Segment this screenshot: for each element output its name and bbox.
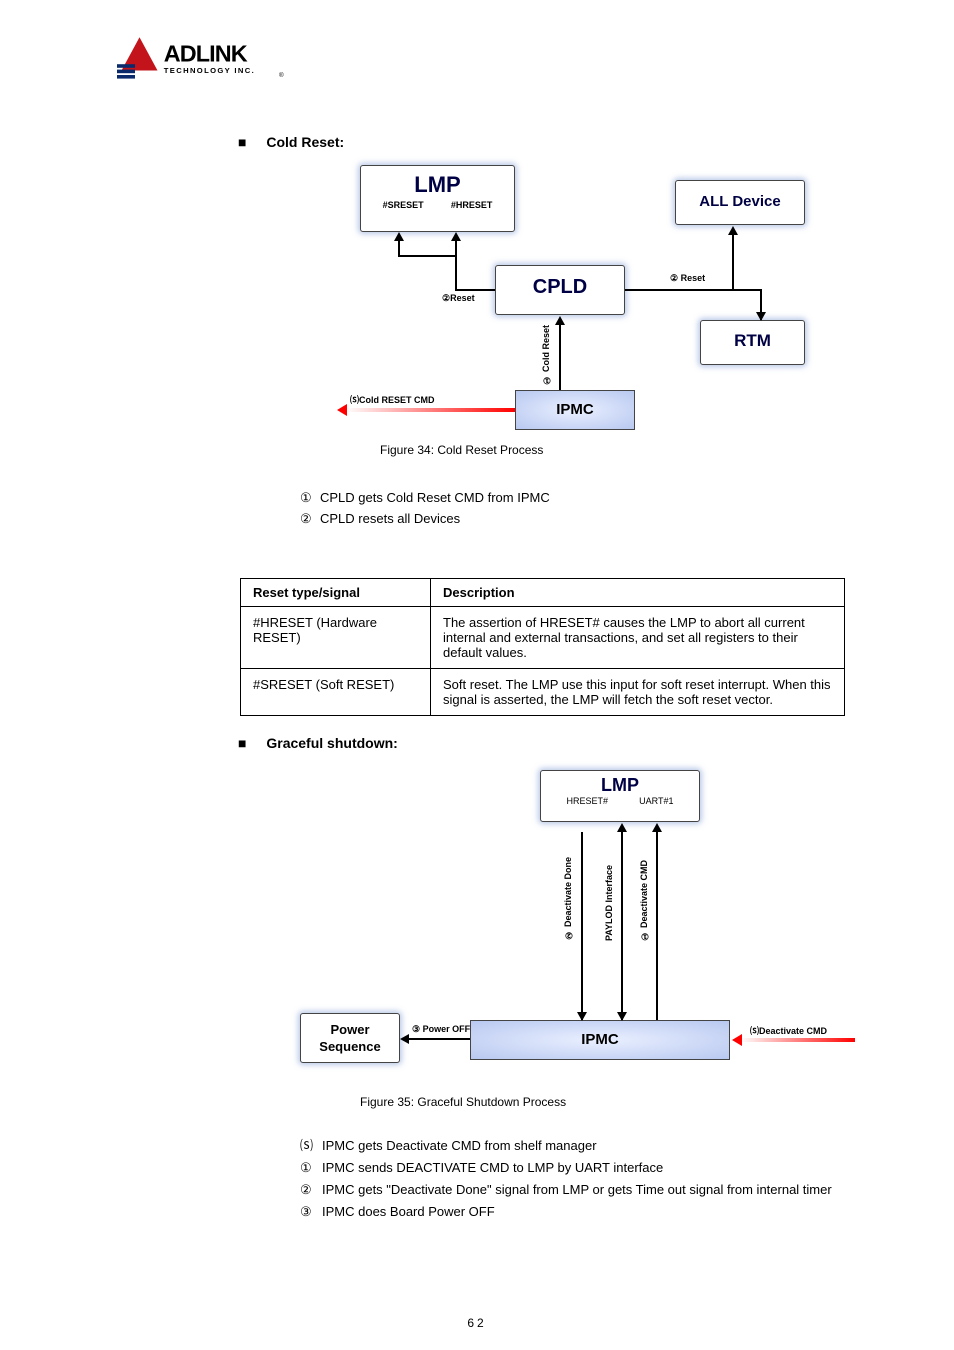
adlink-logo: ADLINK TECHNOLOGY INC. ® bbox=[108, 30, 288, 87]
bullet-icon: ■ bbox=[238, 134, 246, 150]
lmp-block: LMP #SRESET #HRESET bbox=[360, 165, 515, 232]
graceful-shutdown-heading: ■ Graceful shutdown: bbox=[238, 735, 398, 751]
cpld-block: CPLD bbox=[495, 265, 625, 315]
table-row: #SRESET (Soft RESET) Soft reset. The LMP… bbox=[241, 669, 845, 716]
cold-reset-sequence: ①CPLD gets Cold Reset CMD from IPMC ②CPL… bbox=[300, 488, 550, 530]
figure-caption-1: Figure 34: Cold Reset Process bbox=[380, 443, 543, 457]
table-header: Description bbox=[431, 579, 845, 607]
svg-text:TECHNOLOGY INC.: TECHNOLOGY INC. bbox=[164, 66, 255, 75]
all-device-block: ALL Device bbox=[675, 180, 805, 225]
graceful-shutdown-diagram: LMP HRESET# UART#1 IPMC Power Sequence ②… bbox=[300, 770, 870, 1080]
rtm-block: RTM bbox=[700, 320, 805, 365]
ipmc-block: IPMC bbox=[515, 390, 635, 430]
lmp-block: LMP HRESET# UART#1 bbox=[540, 770, 700, 822]
table-row: #HRESET (Hardware RESET) The assertion o… bbox=[241, 607, 845, 669]
bullet-icon: ■ bbox=[238, 735, 246, 751]
deactivate-cmd-arrow bbox=[740, 1038, 855, 1042]
svg-text:®: ® bbox=[279, 71, 284, 79]
cold-reset-cmd-arrow bbox=[345, 408, 515, 412]
page-number: 62 bbox=[0, 1316, 954, 1330]
table-header: Reset type/signal bbox=[241, 579, 431, 607]
svg-text:ADLINK: ADLINK bbox=[164, 41, 248, 67]
cold-reset-heading: ■ Cold Reset: bbox=[238, 134, 344, 150]
power-sequence-block: Power Sequence bbox=[300, 1013, 400, 1063]
ipmc-block: IPMC bbox=[470, 1020, 730, 1060]
reset-signal-table: Reset type/signal Description #HRESET (H… bbox=[240, 578, 845, 716]
heading-text: Cold Reset: bbox=[266, 134, 344, 150]
graceful-shutdown-sequence: ⒮IPMC gets Deactivate CMD from shelf man… bbox=[300, 1135, 832, 1223]
figure-caption-2: Figure 35: Graceful Shutdown Process bbox=[360, 1095, 566, 1109]
heading-text: Graceful shutdown: bbox=[266, 735, 397, 751]
cold-reset-diagram: LMP #SRESET #HRESET ALL Device CPLD RTM … bbox=[330, 165, 845, 435]
